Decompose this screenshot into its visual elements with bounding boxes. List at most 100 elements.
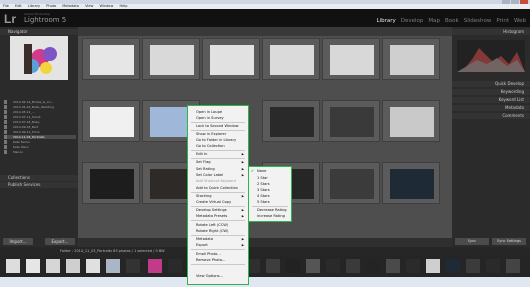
library-filter-bar[interactable] — [78, 27, 452, 36]
folder-item[interactable]: 2014-07-18_Baby — [4, 120, 76, 124]
filmstrip-thumbnail[interactable] — [486, 259, 500, 273]
sync-settings-button[interactable]: Sync Settings — [492, 238, 526, 245]
grid-cell[interactable] — [382, 38, 440, 80]
menu-item-develop-settings[interactable]: Develop Settings — [196, 208, 227, 212]
menu-metadata[interactable]: Metadata — [62, 4, 79, 8]
folder-item[interactable]: 2014-04-14_Brides_&_Co... — [4, 100, 76, 104]
menu-item-remove-photo[interactable]: Remove Photo... — [196, 258, 225, 262]
filmstrip-thumbnail[interactable] — [446, 259, 460, 273]
histogram-header[interactable]: Histogram — [452, 29, 530, 35]
folder-item[interactable]: Kate Farms — [4, 140, 76, 144]
menu-item-set-flag[interactable]: Set Flag — [196, 160, 211, 164]
grid-cell[interactable] — [82, 100, 140, 142]
filmstrip-thumbnail[interactable] — [86, 259, 100, 273]
module-develop[interactable]: Develop — [401, 18, 424, 24]
comments-header[interactable]: Comments — [452, 113, 530, 119]
publish-services-header[interactable]: Publish Services — [0, 182, 78, 188]
folder-item[interactable]: 2014-05-12_... — [4, 110, 76, 114]
menu-item-open-in-survey[interactable]: Open in Survey — [196, 116, 224, 120]
filmstrip-thumbnail[interactable] — [126, 259, 140, 273]
rating-3-stars[interactable]: 3 Stars — [257, 188, 270, 192]
filmstrip-thumbnail[interactable] — [6, 259, 20, 273]
filmstrip-thumbnail[interactable] — [426, 259, 440, 273]
grid-cell[interactable] — [142, 38, 200, 80]
menu-edit[interactable]: Edit — [15, 4, 22, 8]
menu-item-metadata-presets[interactable]: Metadata Presets — [196, 214, 227, 218]
keyword-list-header[interactable]: Keyword List — [452, 97, 530, 103]
grid-cell[interactable] — [382, 100, 440, 142]
metadata-header[interactable]: Metadata — [452, 105, 530, 111]
menu-item-email-photo[interactable]: Email Photo... — [196, 252, 221, 256]
menu-item-set-color-label[interactable]: Set Color Label — [196, 173, 223, 177]
menu-help[interactable]: Help — [119, 4, 127, 8]
decrease-rating[interactable]: Decrease Rating — [257, 208, 287, 212]
module-map[interactable]: Map — [428, 18, 440, 24]
grid-cell[interactable] — [322, 162, 380, 204]
grid-cell[interactable] — [322, 100, 380, 142]
module-web[interactable]: Web — [514, 18, 526, 24]
menu-photo[interactable]: Photo — [46, 4, 56, 8]
menu-item-metadata[interactable]: Metadata — [196, 237, 213, 241]
filmstrip-thumbnail[interactable] — [506, 259, 520, 273]
folder-item[interactable]: 2014-09-03_Bert — [4, 125, 76, 129]
grid-cell[interactable] — [202, 38, 260, 80]
filmstrip-thumbnail[interactable] — [386, 259, 400, 273]
export-button[interactable]: Export... — [45, 238, 75, 245]
sync-button[interactable]: Sync — [455, 238, 489, 245]
rating-4-stars[interactable]: 4 Stars — [257, 194, 270, 198]
filmstrip-thumbnail[interactable] — [26, 259, 40, 273]
keywording-header[interactable]: Keywording — [452, 89, 530, 95]
rating-none[interactable]: None — [257, 169, 266, 173]
grid-cell[interactable] — [382, 162, 440, 204]
folder-item[interactable]: Manon — [4, 150, 76, 154]
menu-file[interactable]: File — [3, 4, 9, 8]
menu-item-export[interactable]: Export — [196, 243, 208, 247]
menu-item-open-in-loupe[interactable]: Open in Loupe — [196, 110, 222, 114]
grid-cell[interactable] — [322, 38, 380, 80]
filmstrip-thumbnail[interactable] — [306, 259, 320, 273]
menu-item-lock-second-window[interactable]: Lock to Second Window — [196, 124, 239, 128]
grid-cell[interactable] — [262, 100, 320, 142]
grid-cell[interactable] — [262, 38, 320, 80]
collections-header[interactable]: Collections — [0, 175, 78, 181]
menu-item-stacking[interactable]: Stacking — [196, 194, 212, 198]
filmstrip-thumbnail[interactable] — [366, 259, 380, 273]
menu-item-rotate-right[interactable]: Rotate Right (CW) — [196, 229, 228, 233]
filmstrip-thumbnail[interactable] — [346, 259, 360, 273]
import-button[interactable]: Import... — [3, 238, 33, 245]
filmstrip-thumbnail[interactable] — [106, 259, 120, 273]
filmstrip-thumbnail[interactable] — [266, 259, 280, 273]
folder-item-selected[interactable]: 2014-11-03_Portraits — [4, 135, 76, 139]
module-book[interactable]: Book — [445, 18, 459, 24]
increase-rating[interactable]: Increase Rating — [257, 214, 285, 218]
folder-item[interactable]: Kate Stern — [4, 145, 76, 149]
menu-item-add-quick-collection[interactable]: Add to Quick Collection — [196, 186, 238, 190]
grid-cell[interactable] — [82, 38, 140, 80]
folder-item[interactable]: 2014-04-16_Bella_Wedding — [4, 105, 76, 109]
module-slideshow[interactable]: Slideshow — [464, 18, 492, 24]
menu-item-rotate-left[interactable]: Rotate Left (CCW) — [196, 223, 228, 227]
module-library[interactable]: Library — [377, 18, 396, 24]
folder-item[interactable]: 2014-07-11_Shoot — [4, 115, 76, 119]
rating-1-star[interactable]: 1 Star — [257, 176, 268, 180]
folder-item[interactable]: 2014-09-11_Prom — [4, 130, 76, 134]
menu-item-go-to-collection[interactable]: Go to Collection — [196, 144, 225, 148]
module-print[interactable]: Print — [496, 18, 509, 24]
navigator-preview[interactable] — [10, 36, 68, 80]
menu-item-create-virtual-copy[interactable]: Create Virtual Copy — [196, 200, 231, 204]
filmstrip-thumbnail[interactable] — [466, 259, 480, 273]
menu-item-show-in-explorer[interactable]: Show in Explorer — [196, 132, 226, 136]
filmstrip-thumbnail[interactable] — [406, 259, 420, 273]
rating-5-stars[interactable]: 5 Stars — [257, 200, 270, 204]
filmstrip-thumbnail[interactable] — [286, 259, 300, 273]
menu-library[interactable]: Library — [28, 4, 40, 8]
filmstrip-thumbnail[interactable] — [326, 259, 340, 273]
menu-item-set-rating[interactable]: Set Rating — [196, 167, 215, 171]
menu-item-go-to-folder[interactable]: Go to Folder in Library — [196, 138, 236, 142]
menu-window[interactable]: Window — [100, 4, 114, 8]
menu-item-view-options[interactable]: View Options... — [196, 274, 223, 278]
filmstrip-thumbnail[interactable] — [66, 259, 80, 273]
grid-cell[interactable] — [82, 162, 140, 204]
filmstrip-thumbnail[interactable] — [168, 259, 182, 273]
rating-2-stars[interactable]: 2 Stars — [257, 182, 270, 186]
